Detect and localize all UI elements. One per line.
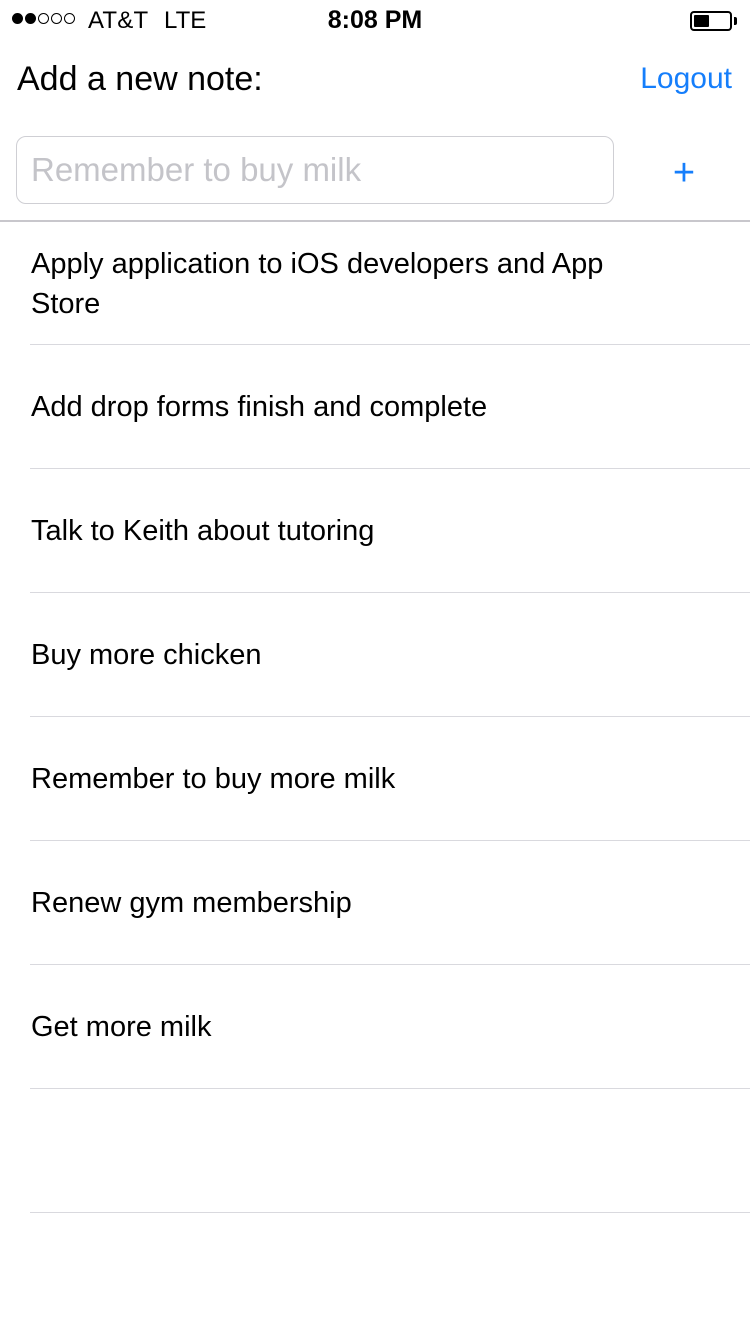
note-row[interactable]: Renew gym membership	[0, 841, 750, 965]
note-text: Add drop forms finish and complete	[31, 391, 488, 423]
note-row[interactable]: Remember to buy more milk	[0, 717, 750, 841]
notes-list: Apply application to iOS developers and …	[0, 222, 750, 1213]
note-row-empty[interactable]	[0, 1089, 750, 1213]
note-text: Apply application to iOS developers and …	[31, 247, 604, 320]
new-note-input[interactable]	[16, 136, 614, 204]
battery-level-fill	[694, 15, 709, 27]
battery-tip	[734, 17, 737, 25]
note-text: Talk to Keith about tutoring	[31, 515, 375, 547]
logout-button[interactable]: Logout	[640, 62, 732, 96]
add-note-button[interactable]: +	[654, 148, 714, 198]
battery-icon	[690, 11, 732, 31]
note-row[interactable]: Buy more chicken	[0, 593, 750, 717]
status-time: 8:08 PM	[327, 6, 423, 34]
note-text: Remember to buy more milk	[31, 763, 396, 795]
row-divider	[30, 1211, 750, 1213]
note-row[interactable]: Apply application to iOS developers and …	[0, 222, 750, 345]
note-text: Buy more chicken	[31, 639, 262, 671]
note-row[interactable]: Get more milk	[0, 965, 750, 1089]
note-row[interactable]: Talk to Keith about tutoring	[0, 469, 750, 593]
note-text: Renew gym membership	[31, 887, 352, 919]
note-text: Get more milk	[31, 1011, 212, 1043]
note-row[interactable]: Add drop forms finish and complete	[0, 345, 750, 469]
status-bar: AT&T LTE 8:08 PM	[0, 0, 750, 40]
page-title: Add a new note:	[17, 60, 263, 98]
